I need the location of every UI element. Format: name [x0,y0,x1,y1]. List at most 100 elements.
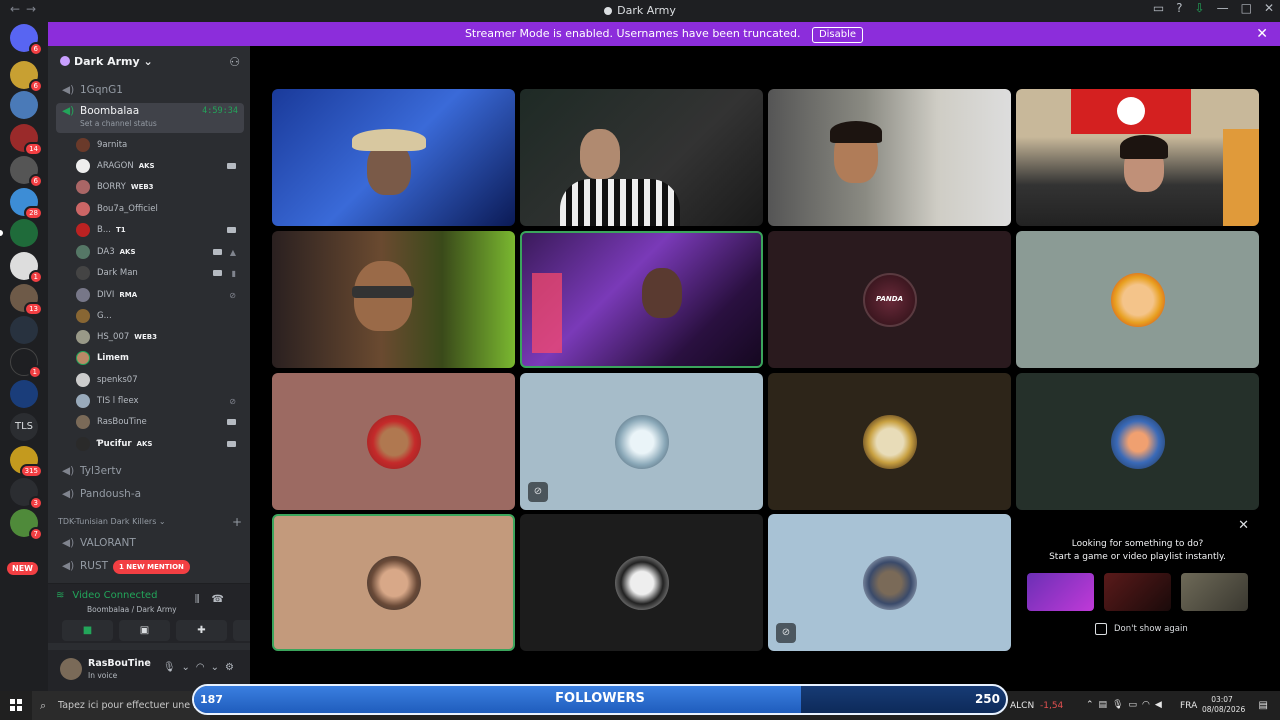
voice-user[interactable]: RasBouTine [76,412,242,432]
add-member-icon[interactable]: ⚇ [229,55,240,69]
server-icon[interactable] [10,91,38,119]
voice-user[interactable]: Dark Man ▮ [76,263,242,283]
voice-user[interactable]: Limem [76,348,242,368]
video-tile[interactable] [1016,231,1259,368]
chevron-up-icon[interactable]: ⌃ [1086,700,1099,710]
voice-user[interactable]: ARAGON AKS [76,156,242,176]
server-icon[interactable]: 13 [10,284,43,316]
input-language[interactable]: FRA [1180,701,1197,711]
minimize-button[interactable]: — [1217,1,1229,15]
network-icon[interactable]: ▤ [1099,700,1113,710]
server-icon[interactable]: 7 [10,509,43,541]
video-tile[interactable]: ⊘ [520,373,763,510]
video-tile-speaking[interactable] [520,231,763,368]
voice-channel[interactable]: ◀) Tyl3ertv [56,464,244,480]
download-icon[interactable]: ⇩ [1195,1,1205,15]
server-icon-dark-army[interactable] [10,219,38,247]
add-channel-icon[interactable]: + [232,515,242,529]
close-promo-icon[interactable]: ✕ [1238,518,1249,533]
video-tile[interactable] [520,514,763,651]
video-tile[interactable] [1016,89,1259,226]
camera-button[interactable]: ■ [62,620,113,641]
taskbar-search[interactable]: ⌕ Tapez ici pour effectuer une re [32,691,210,720]
noise-suppression-icon[interactable]: ⫼ [195,594,212,605]
video-tile-speaking[interactable] [272,514,515,651]
headphones-icon[interactable]: ◠ [196,662,211,673]
video-tile[interactable]: ⊘ [768,514,1011,651]
home-icon[interactable]: 6 [10,24,43,56]
video-tile[interactable] [272,89,515,226]
voice-user[interactable]: HS_007 WEB3 [76,327,242,347]
voice-user[interactable]: TIS l fleex ⊘ [76,391,242,411]
video-tile[interactable] [1016,373,1259,510]
video-tile[interactable] [272,231,515,368]
video-tile[interactable] [768,373,1011,510]
activities-button[interactable]: ✚ [176,620,227,641]
server-header[interactable]: Dark Army ⌄ ⚇ [48,46,250,78]
video-tile[interactable] [520,89,763,226]
windows-start-icon[interactable] [10,699,22,711]
chevron-down-icon[interactable]: ⌄ [211,662,225,673]
video-tile[interactable]: PANDA [768,231,1011,368]
close-banner-icon[interactable]: ✕ [1256,22,1268,46]
game-card[interactable] [1027,573,1094,611]
avatar[interactable] [60,658,82,680]
volume-icon[interactable]: ◀ [1155,700,1167,710]
close-button[interactable]: ✕ [1264,1,1274,15]
disconnect-icon[interactable]: ☎ [212,594,236,605]
server-icon[interactable]: 28 [10,188,43,220]
stock-ticker[interactable]: ALCN [1010,701,1034,711]
channel-status[interactable]: Set a channel status [80,119,238,128]
voice-user[interactable]: spenks07 [76,370,242,390]
mic-tray-icon[interactable]: 🎙 [1112,700,1128,710]
chair-shape [1223,129,1259,226]
new-mention-badge[interactable]: 1 NEW MENTION [113,560,190,574]
display-icon[interactable]: ▭ [1129,700,1143,710]
inbox-icon[interactable]: ▭ [1153,1,1164,15]
voice-user[interactable]: G... [76,306,242,326]
voice-channel[interactable]: ◀) VALORANT [56,536,244,552]
help-icon[interactable]: ? [1176,1,1182,15]
server-icon[interactable]: 1 [10,252,43,284]
server-icon-tls[interactable]: TLS [10,413,38,441]
participant-avatar [862,414,917,469]
voice-user[interactable]: 9arnita [76,135,242,155]
server-icon[interactable]: 1 [10,348,42,379]
voice-user[interactable]: BORRY WEB3 [76,177,242,197]
chevron-down-icon[interactable]: ⌄ [182,662,196,673]
voice-user[interactable]: Ƥucifur AKS [76,434,242,454]
badge: 14 [24,142,43,156]
voice-channel[interactable]: ◀) 1GqnG1 [56,83,244,99]
disable-button[interactable]: Disable [811,27,864,43]
settings-gear-icon[interactable]: ⚙ [225,662,240,673]
server-icon[interactable] [10,380,38,408]
voice-channel-active[interactable]: ◀) Boombalaa 4:59:34 Set a channel status [56,103,244,133]
voice-user[interactable]: Bou7a_Officiel [76,199,242,219]
server-icon[interactable]: 6 [10,156,43,188]
clock[interactable]: 03:07 08/08/2026 [1202,695,1245,715]
notification-icon[interactable]: ▤ [1259,700,1268,711]
video-tile[interactable] [768,89,1011,226]
server-icon[interactable]: 14 [10,124,43,156]
new-badge[interactable]: NEW [7,562,38,575]
microphone-icon[interactable]: 🎙 [163,662,182,673]
video-tile[interactable] [272,373,515,510]
voice-user-name: Ƥucifur [97,439,132,449]
voice-user[interactable]: DIVI RMA ⊘ [76,285,242,305]
wifi-icon[interactable]: ◠ [1142,700,1155,710]
server-icon[interactable]: 3 [10,478,43,510]
dont-show-checkbox[interactable] [1095,623,1107,635]
maximize-button[interactable]: □ [1241,1,1252,15]
server-icon[interactable] [10,316,38,344]
game-card[interactable] [1104,573,1171,611]
channel-category[interactable]: TDK-Tunisian Dark Killers ⌄ + [58,515,244,529]
game-card[interactable] [1181,573,1248,611]
screen-share-button[interactable]: ▣ [119,620,170,641]
voice-user[interactable]: B... T1 [76,220,242,240]
server-icon[interactable]: 6 [10,61,43,93]
user-name[interactable]: RasBouTine [88,658,151,669]
voice-user[interactable]: DA3 AKS ▲ [76,242,242,262]
connection-status[interactable]: Video Connected [72,590,157,601]
voice-channel[interactable]: ◀) Pandoush-a [56,487,244,503]
server-icon[interactable]: 315 [10,446,43,478]
